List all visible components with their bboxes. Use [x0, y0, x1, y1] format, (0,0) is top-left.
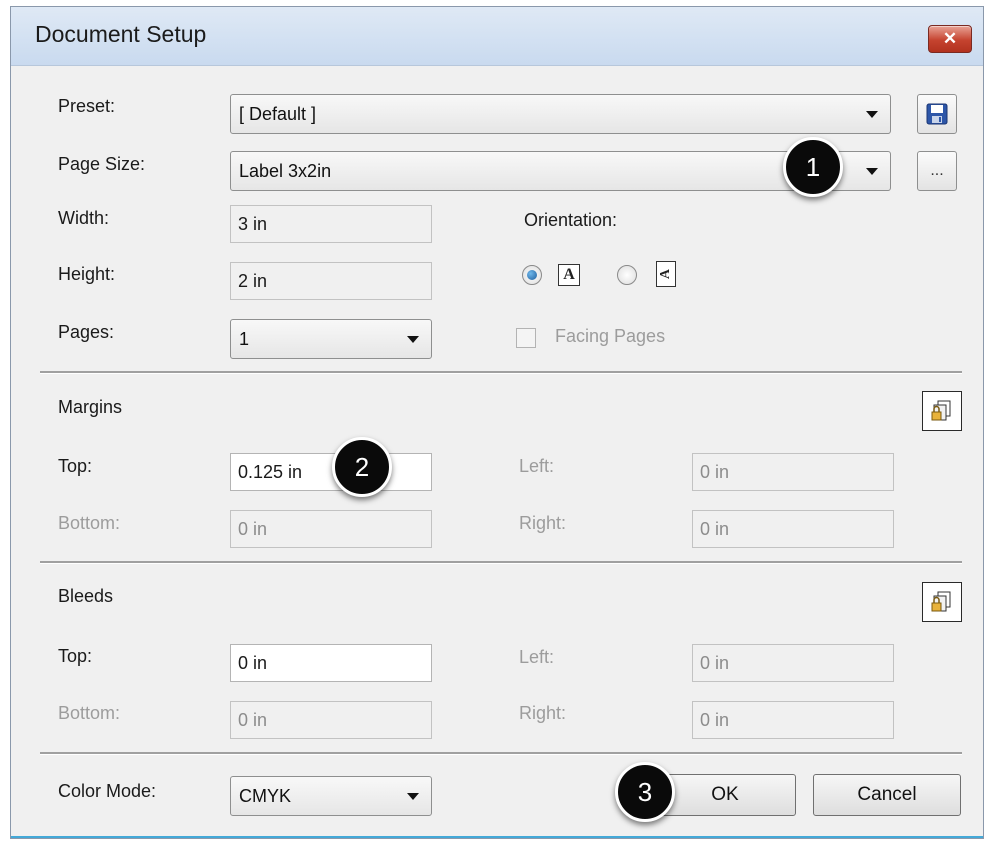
cancel-button[interactable]: Cancel [813, 774, 961, 816]
chevron-down-icon [407, 793, 419, 800]
portrait-icon: A [558, 264, 580, 286]
landscape-icon: A [656, 261, 676, 287]
pages-label: Pages: [58, 322, 115, 342]
page-size-label: Page Size: [58, 154, 146, 174]
preset-label: Preset: [58, 96, 116, 116]
document-setup-dialog: Document Setup ✕ Preset: [ Default ] Pag… [10, 6, 984, 839]
margin-bottom-label: Bottom: [58, 513, 121, 533]
portrait-radio[interactable] [522, 265, 542, 285]
page-size-value: Label 3x2in [239, 160, 332, 181]
margin-left-label: Left: [519, 456, 555, 476]
height-label: Height: [58, 264, 116, 284]
bleed-top-value: 0 in [238, 652, 268, 673]
margin-right-field[interactable]: 0 in [692, 510, 894, 548]
ok-button[interactable]: OK [654, 774, 796, 816]
save-preset-button[interactable] [917, 94, 957, 134]
step-marker-2: 2 [332, 437, 392, 497]
pages-value: 1 [239, 328, 250, 349]
margin-bottom-field[interactable]: 0 in [230, 510, 432, 548]
page-size-more-button[interactable]: ... [917, 151, 957, 191]
radio-selected-dot [527, 270, 537, 280]
chevron-down-icon [866, 111, 878, 118]
cancel-label: Cancel [857, 784, 917, 805]
width-value: 3 in [238, 213, 268, 234]
close-button[interactable]: ✕ [928, 25, 972, 53]
separator [40, 371, 962, 374]
separator [40, 561, 962, 564]
chevron-down-icon [866, 168, 878, 175]
margin-right-label: Right: [519, 513, 567, 533]
link-icon [931, 400, 951, 421]
link-icon [931, 591, 951, 612]
bleed-right-label: Right: [519, 703, 567, 723]
landscape-radio[interactable] [617, 265, 637, 285]
margin-left-value: 0 in [700, 461, 730, 482]
bleed-left-field[interactable]: 0 in [692, 644, 894, 682]
preset-value: [ Default ] [239, 103, 317, 124]
width-label: Width: [58, 208, 110, 228]
facing-pages-checkbox[interactable] [516, 328, 536, 348]
bleed-left-value: 0 in [700, 652, 730, 673]
save-icon [926, 103, 948, 125]
chevron-down-icon [407, 336, 419, 343]
step-marker-1: 1 [783, 137, 843, 197]
margin-top-value: 0.125 in [238, 461, 303, 482]
preset-dropdown[interactable]: [ Default ] [230, 94, 891, 134]
bleed-top-field[interactable]: 0 in [230, 644, 432, 682]
link-margins-button[interactable] [922, 391, 962, 431]
bleed-bottom-value: 0 in [238, 709, 268, 730]
bleed-bottom-label: Bottom: [58, 703, 121, 723]
margin-right-value: 0 in [700, 518, 730, 539]
separator [40, 752, 962, 755]
margin-left-field[interactable]: 0 in [692, 453, 894, 491]
bleed-right-value: 0 in [700, 709, 730, 730]
height-field[interactable]: 2 in [230, 262, 432, 300]
margin-top-label: Top: [58, 456, 93, 476]
step-marker-3: 3 [615, 762, 675, 822]
color-mode-dropdown[interactable]: CMYK [230, 776, 432, 816]
height-value: 2 in [238, 270, 268, 291]
bleed-bottom-field[interactable]: 0 in [230, 701, 432, 739]
margins-heading: Margins [58, 397, 123, 417]
bleeds-heading: Bleeds [58, 586, 114, 606]
margin-top-field[interactable]: 0.125 in [230, 453, 432, 491]
close-icon: ✕ [942, 29, 958, 48]
orientation-label: Orientation: [524, 210, 618, 230]
pages-dropdown[interactable]: 1 [230, 319, 432, 359]
margin-bottom-value: 0 in [238, 518, 268, 539]
bleed-top-label: Top: [58, 646, 93, 666]
bleed-left-label: Left: [519, 647, 555, 667]
link-bleeds-button[interactable] [922, 582, 962, 622]
width-field[interactable]: 3 in [230, 205, 432, 243]
color-mode-value: CMYK [239, 785, 292, 806]
facing-pages-label: Facing Pages [555, 326, 666, 346]
dialog-title: Document Setup [35, 21, 207, 47]
color-mode-label: Color Mode: [58, 781, 157, 801]
more-label: ... [930, 162, 944, 179]
bleed-right-field[interactable]: 0 in [692, 701, 894, 739]
title-bar[interactable]: Document Setup ✕ [11, 7, 983, 66]
ok-label: OK [711, 784, 739, 805]
